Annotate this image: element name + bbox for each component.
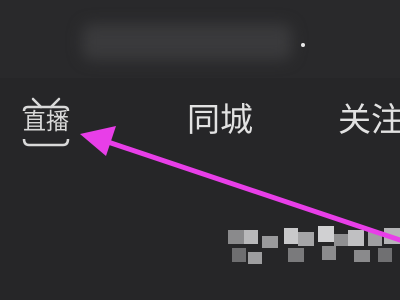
pixelated-username: [228, 226, 400, 264]
status-bar: [0, 0, 400, 78]
tab-following[interactable]: 关注: [338, 100, 400, 140]
tab-nearby[interactable]: 同城: [187, 100, 253, 140]
top-nav-bar: 直播 同城 关注: [0, 78, 400, 170]
blurred-status-text: [82, 24, 292, 60]
app-screen: 直播 同城 关注: [0, 0, 400, 300]
live-entry-label: 直播: [23, 109, 69, 135]
live-entry-button[interactable]: 直播: [20, 96, 72, 152]
status-dot: [301, 43, 305, 47]
